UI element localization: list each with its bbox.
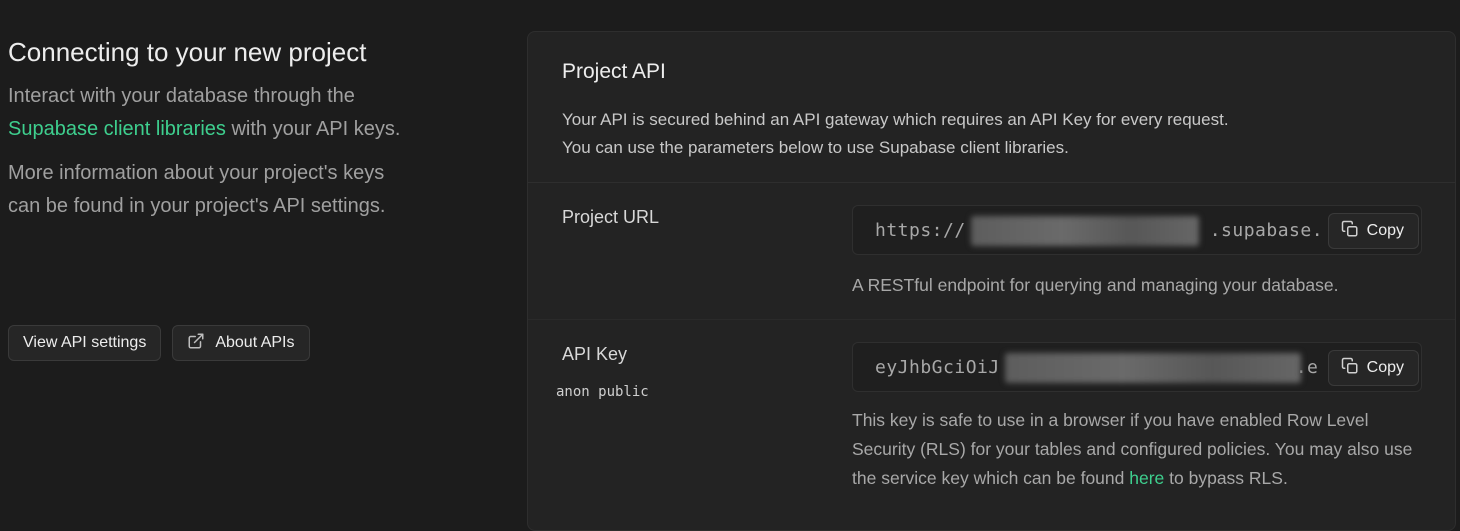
- api-key-row: API Key anon public eyJhbGciOiJ .e Copy T…: [528, 320, 1455, 530]
- view-api-settings-label: View API settings: [23, 334, 147, 351]
- intro-text-before: Interact with your database through the: [8, 85, 355, 107]
- copy-url-button[interactable]: Copy: [1327, 213, 1419, 249]
- copy-icon: [1341, 357, 1359, 380]
- info-paragraph: More information about your project's ke…: [8, 162, 386, 217]
- api-key-label: API Key: [562, 344, 628, 364]
- copy-key-button[interactable]: Copy: [1327, 350, 1419, 386]
- api-key-field[interactable]: eyJhbGciOiJ .e Copy: [852, 342, 1422, 392]
- project-url-row: Project URL https:// .supabase. Copy A RE…: [528, 183, 1455, 320]
- project-url-prefix: https://: [875, 219, 966, 241]
- project-api-panel: Project API Your API is secured behind a…: [527, 31, 1456, 531]
- external-link-icon: [187, 332, 205, 355]
- copy-icon: [1341, 220, 1359, 243]
- api-key-prefix: eyJhbGciOiJ: [875, 356, 1000, 378]
- view-api-settings-button[interactable]: View API settings: [8, 325, 162, 361]
- project-url-help: A RESTful endpoint for querying and mana…: [852, 275, 1339, 295]
- api-key-help-after: to bypass RLS.: [1164, 468, 1288, 488]
- project-url-label: Project URL: [562, 207, 660, 227]
- connect-intro: Connecting to your new project Interact …: [8, 34, 418, 223]
- redaction-blur: [1005, 353, 1301, 383]
- about-apis-button[interactable]: About APIs: [172, 325, 310, 361]
- api-key-sublabel: anon public: [556, 384, 649, 400]
- page-title: Connecting to your new project: [8, 37, 367, 67]
- service-key-here-link[interactable]: here: [1129, 468, 1164, 488]
- api-key-help: This key is safe to use in a browser if …: [852, 406, 1427, 493]
- panel-description-line1: Your API is secured behind an API gatewa…: [562, 110, 1229, 129]
- panel-description-line2: You can use the parameters below to use …: [562, 138, 1069, 157]
- redaction-blur: [971, 216, 1199, 246]
- intro-paragraph: Interact with your database through the …: [8, 80, 418, 146]
- client-libraries-link[interactable]: Supabase client libraries: [8, 118, 226, 140]
- intro-text-after: with your API keys.: [225, 118, 401, 140]
- copy-key-label: Copy: [1366, 359, 1404, 376]
- left-actions: View API settings About APIs: [8, 325, 310, 361]
- panel-title: Project API: [562, 60, 666, 83]
- copy-url-label: Copy: [1366, 222, 1404, 239]
- panel-description: Your API is secured behind an API gatewa…: [562, 106, 1421, 162]
- panel-header: Project API Your API is secured behind a…: [528, 32, 1455, 183]
- about-apis-label: About APIs: [215, 334, 295, 351]
- project-url-suffix: .supabase.: [1209, 219, 1324, 241]
- project-url-field[interactable]: https:// .supabase. Copy: [852, 205, 1422, 255]
